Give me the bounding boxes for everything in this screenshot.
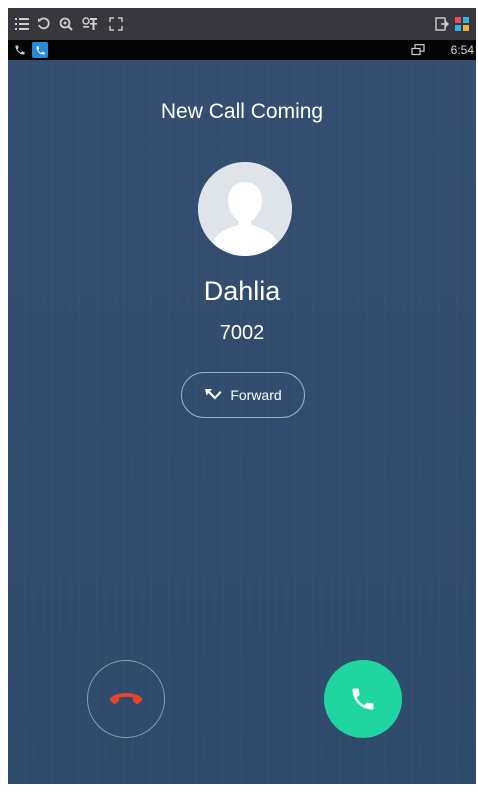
status-bar: 6:54 (8, 40, 476, 60)
answer-phone-icon (352, 688, 374, 710)
hang-up-icon (109, 693, 143, 705)
zoom-icon[interactable] (56, 14, 76, 34)
caller-name: Dahlia (203, 276, 281, 306)
status-time: 6:54 (450, 43, 474, 57)
app-grid-icon[interactable] (452, 14, 472, 34)
language-icon[interactable] (80, 14, 100, 34)
person-silhouette-icon (198, 162, 292, 256)
decline-button[interactable] (87, 660, 165, 738)
fullscreen-icon[interactable] (106, 14, 126, 34)
forward-icon (205, 389, 222, 400)
forward-button[interactable]: Forward (181, 372, 305, 418)
device-screen: 6:54 New Call Coming Dahlia 7002 Forward (8, 8, 476, 784)
phone-app-icon (32, 42, 48, 58)
list-icon[interactable] (12, 14, 32, 34)
top-toolbar (8, 8, 476, 40)
phone-icon (12, 42, 28, 58)
caller-avatar (198, 162, 292, 256)
incoming-call-screen: New Call Coming Dahlia 7002 Forward (8, 60, 476, 784)
exit-icon[interactable] (432, 14, 452, 34)
caller-number: 7002 (219, 322, 265, 344)
refresh-icon[interactable] (34, 14, 54, 34)
screen-mirror-icon (410, 42, 426, 58)
call-title: New Call Coming (160, 100, 324, 123)
forward-label: Forward (230, 387, 282, 403)
answer-button[interactable] (324, 660, 402, 738)
